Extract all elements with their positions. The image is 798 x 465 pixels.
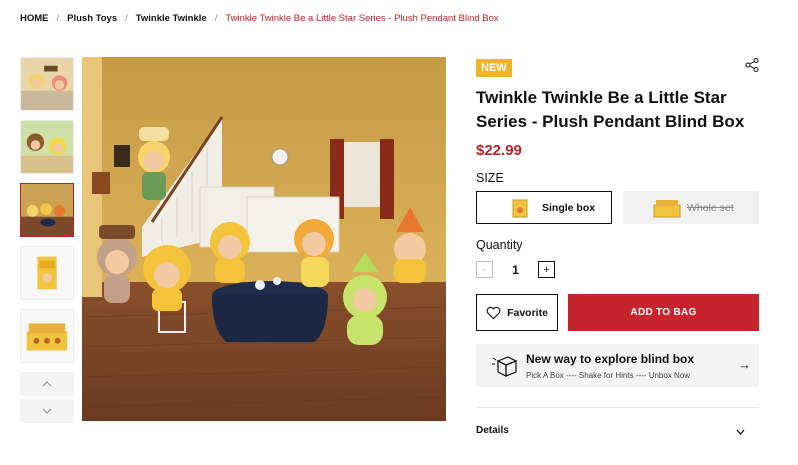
blind-box-icon (492, 356, 518, 377)
favorite-button[interactable]: Favorite (476, 294, 558, 331)
action-buttons: Favorite ADD TO BAG (476, 294, 759, 331)
add-to-bag-button[interactable]: ADD TO BAG (568, 294, 759, 331)
thumbnail-scroll-up[interactable] (20, 372, 74, 396)
quantity-label: Quantity (476, 238, 523, 252)
main-product-image[interactable] (82, 57, 446, 421)
breadcrumb-plush-toys[interactable]: Plush Toys (67, 13, 117, 24)
explore-title: New way to explore blind box (526, 352, 695, 366)
quantity-value[interactable]: 1 (493, 263, 538, 277)
thumbnail-4[interactable] (20, 246, 74, 300)
thumbnail-5[interactable] (20, 309, 74, 363)
quantity-increase-button[interactable]: + (538, 261, 555, 278)
thumbnail-2[interactable] (20, 120, 74, 174)
breadcrumb-current: Twinkle Twinkle Be a Little Star Series … (225, 13, 499, 24)
breadcrumb-home[interactable]: HOME (20, 13, 49, 24)
new-badge: NEW (476, 59, 512, 77)
heart-icon (486, 306, 501, 319)
details-label: Details (476, 425, 509, 436)
favorite-label: Favorite (507, 306, 548, 319)
single-box-icon (512, 199, 528, 218)
size-label: SIZE (476, 171, 504, 185)
product-info: NEW Twinkle Twinkle Be a Little Star Ser… (476, 58, 759, 436)
explore-blind-box-banner[interactable]: New way to explore blind box Pick A Box … (476, 344, 759, 387)
product-title: Twinkle Twinkle Be a Little Star Series … (476, 88, 745, 131)
chevron-down-icon (42, 408, 52, 414)
thumbnail-3[interactable] (20, 183, 74, 237)
size-option-label: Single box (542, 201, 596, 214)
product-price: $22.99 (476, 142, 522, 159)
explore-subtitle: Pick A Box ---- Shake for Hints ---- Unb… (526, 371, 691, 380)
chevron-down-icon (736, 429, 745, 435)
breadcrumb-separator: / (214, 13, 218, 24)
chevron-up-icon (42, 381, 52, 387)
size-options: Single box Whole set (476, 191, 759, 224)
size-option-single-box[interactable]: Single box (476, 191, 612, 224)
breadcrumb-twinkle-twinkle[interactable]: Twinkle Twinkle (136, 13, 207, 24)
thumbnail-gallery (20, 57, 74, 426)
breadcrumb: HOME / Plush Toys / Twinkle Twinkle / Tw… (20, 13, 499, 24)
details-accordion[interactable]: Details (476, 425, 759, 436)
whole-set-icon (653, 200, 681, 218)
divider (476, 407, 759, 408)
thumbnail-1[interactable] (20, 57, 74, 111)
quantity-decrease-button[interactable]: - (476, 261, 493, 278)
arrow-right-icon: → (738, 357, 751, 372)
share-icon[interactable] (745, 58, 759, 72)
breadcrumb-separator: / (56, 13, 60, 24)
thumbnail-scroll-down[interactable] (20, 399, 74, 423)
size-option-label: Whole set (687, 201, 734, 214)
breadcrumb-separator: / (125, 13, 128, 24)
quantity-stepper: - 1 + (476, 261, 759, 278)
size-option-whole-set[interactable]: Whole set (623, 191, 759, 224)
